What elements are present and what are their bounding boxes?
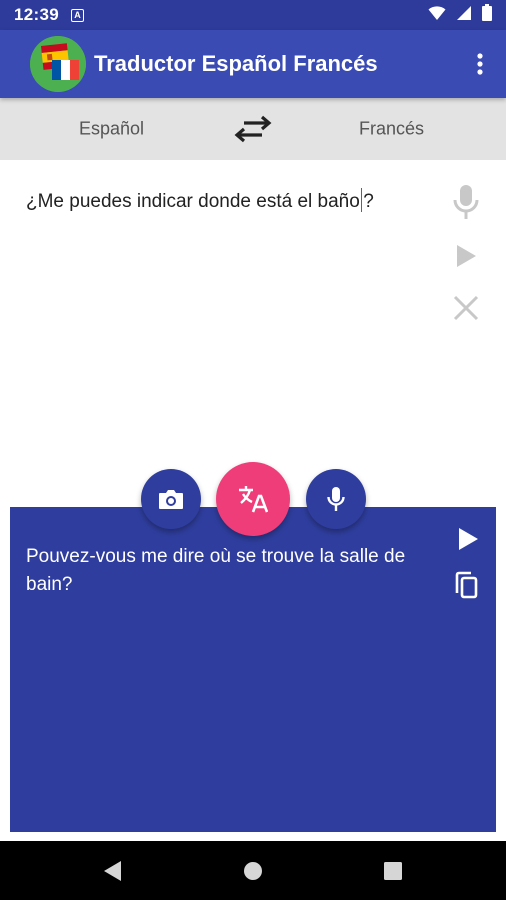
nav-home-button[interactable] [243,861,263,881]
status-bar: 12:39 A [0,0,506,30]
app-title: Traductor Español Francés [94,51,378,76]
notification-badge: A [70,8,84,22]
recents-icon [384,861,402,880]
copy-icon [455,571,478,599]
microphone-icon [453,185,479,219]
swap-arrows-icon [234,115,272,143]
nav-recents-button[interactable] [384,861,402,880]
text-caret [360,188,363,212]
voice-translate-button[interactable] [306,469,366,529]
source-text-input[interactable]: ¿Me puedes indicar donde está el baño? [26,188,436,216]
input-card: ¿Me puedes indicar donde está el baño? [10,170,496,500]
play-icon [459,528,478,550]
signal-icon [456,5,472,26]
flags-logo-icon [30,36,86,92]
app-bar: Traductor Español Francés [0,30,506,98]
source-text: ¿Me puedes indicar donde está el baño? [26,188,374,212]
more-vert-icon [477,53,483,75]
play-translation-button[interactable] [448,519,488,559]
battery-icon [482,4,492,26]
voice-input-button[interactable] [446,182,486,222]
translate-button[interactable] [216,462,290,536]
system-icons [428,4,492,26]
nav-back-button[interactable] [102,860,122,882]
camera-button[interactable] [141,469,201,529]
back-icon [104,860,121,881]
translated-text: Pouvez-vous me dire où se trouve la sall… [26,546,406,595]
clear-icon [453,295,479,321]
output-card: Pouvez-vous me dire où se trouve la sall… [10,507,496,832]
clear-text-button[interactable] [446,288,486,328]
overflow-menu-button[interactable] [460,40,500,88]
home-icon [244,861,262,880]
source-language-selector[interactable]: Español [79,119,144,140]
translate-icon [239,486,268,513]
play-icon [457,245,476,267]
system-nav-bar [0,841,506,900]
microphone-icon [327,487,345,511]
language-bar: Español Francés [0,98,506,160]
play-source-button[interactable] [446,236,486,276]
wifi-icon [428,5,446,26]
status-time: 12:39 [14,5,59,24]
swap-languages-button[interactable] [234,113,272,145]
target-language-selector[interactable]: Francés [359,119,424,140]
app-logo [30,36,86,92]
copy-translation-button[interactable] [446,565,486,605]
camera-icon [159,490,183,509]
